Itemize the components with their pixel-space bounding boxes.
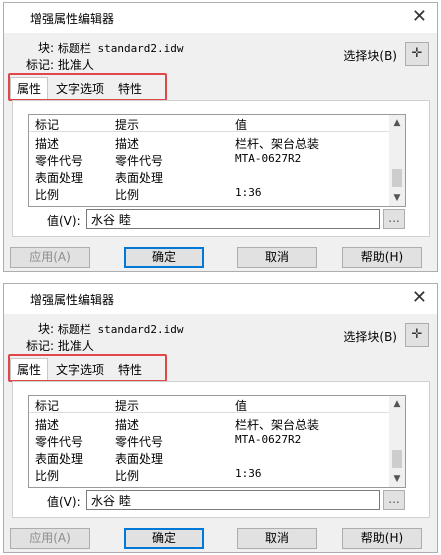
row-value: MTA-0627R2 <box>235 152 302 165</box>
block-label: 块: <box>37 41 54 55</box>
column-prompt: 提示 <box>115 399 140 413</box>
attribute-editor-dialog: 增强属性编辑器 ✕ 块: 标题栏 standard2.idw 标记: 批准人 选… <box>3 2 438 272</box>
row-prompt: 表面处理 <box>115 452 164 466</box>
row-tag: 表面处理 <box>35 171 84 185</box>
row-prompt: 描述 <box>115 418 140 432</box>
attribute-editor-dialog: 增强属性编辑器 ✕ 块: 标题栏 standard2.idw 标记: 批准人 选… <box>3 283 438 553</box>
table-header: 标记 提示 值 <box>29 115 391 132</box>
cancel-button[interactable]: 取消 <box>237 528 317 549</box>
tag-info: 标记: 批准人 <box>10 337 94 354</box>
row-value: 1:36 <box>235 467 262 480</box>
row-value: 栏杆、架台总装 <box>235 418 320 432</box>
row-tag: 比例 <box>35 469 60 483</box>
row-value: 栏杆、架台总装 <box>235 137 320 151</box>
column-value: 值 <box>235 399 248 413</box>
browse-button[interactable]: ... <box>383 490 405 510</box>
row-value: MTA-0627R2 <box>235 433 302 446</box>
table-scrollbar[interactable]: ▲ ▼ <box>389 115 405 206</box>
apply-button[interactable]: 应用(A) <box>10 247 90 268</box>
highlight-box <box>8 73 167 101</box>
tag-label: 标记: <box>25 339 54 353</box>
attribute-table: 标记 提示 值 描述 描述 栏杆、架台总装 零件代号 零件代号 MTA-0627… <box>28 395 406 488</box>
highlight-box <box>8 354 167 382</box>
row-value: 1:36 <box>235 186 262 199</box>
select-block-button[interactable]: ✛ <box>405 323 429 347</box>
select-block-button[interactable]: ✛ <box>405 42 429 66</box>
attributes-panel: 标记 提示 值 描述 描述 栏杆、架台总装 零件代号 零件代号 MTA-0627… <box>12 100 430 237</box>
scroll-up-icon[interactable]: ▲ <box>389 396 405 412</box>
row-prompt: 零件代号 <box>115 154 164 168</box>
dialog-title: 增强属性编辑器 <box>30 12 115 26</box>
row-prompt: 零件代号 <box>115 435 164 449</box>
value-label: 值(V): <box>47 495 81 509</box>
column-prompt: 提示 <box>115 118 140 132</box>
value-input[interactable]: 水谷 睦 <box>86 490 380 510</box>
select-block-label: 选择块(B) <box>343 49 397 63</box>
tag-info: 标记: 批准人 <box>10 56 94 73</box>
block-label: 块: <box>37 322 54 336</box>
table-header: 标记 提示 值 <box>29 396 391 413</box>
row-tag: 表面处理 <box>35 452 84 466</box>
table-row[interactable]: 描述 描述 栏杆、架台总装 <box>29 415 391 432</box>
row-tag: 比例 <box>35 188 60 202</box>
tag-label: 标记: <box>25 58 54 72</box>
help-button[interactable]: 帮助(H) <box>342 528 422 549</box>
row-tag: 描述 <box>35 137 60 151</box>
ok-button[interactable]: 确定 <box>124 528 204 549</box>
tag-value: 批准人 <box>57 58 94 72</box>
table-row[interactable]: 表面处理 表面处理 <box>29 168 391 185</box>
block-info: 块: 标题栏 standard2.idw <box>10 320 184 337</box>
apply-button[interactable]: 应用(A) <box>10 528 90 549</box>
scroll-down-icon[interactable]: ▼ <box>389 190 405 206</box>
scroll-thumb[interactable] <box>392 169 402 187</box>
block-value: 标题栏 standard2.idw <box>57 323 184 336</box>
attribute-table: 标记 提示 值 描述 描述 栏杆、架台总装 零件代号 零件代号 MTA-0627… <box>28 114 406 207</box>
value-label: 值(V): <box>47 214 81 228</box>
row-prompt: 比例 <box>115 188 140 202</box>
column-value: 值 <box>235 118 248 132</box>
title-bar: 增强属性编辑器 ✕ <box>4 3 437 33</box>
ok-button[interactable]: 确定 <box>124 247 204 268</box>
block-info: 块: 标题栏 standard2.idw <box>10 39 184 56</box>
help-button[interactable]: 帮助(H) <box>342 247 422 268</box>
table-row[interactable]: 比例 比例 1:36 <box>29 466 391 483</box>
dialog-title: 增强属性编辑器 <box>30 293 115 307</box>
tag-value: 批准人 <box>57 339 94 353</box>
table-scrollbar[interactable]: ▲ ▼ <box>389 396 405 487</box>
row-prompt: 比例 <box>115 469 140 483</box>
table-row[interactable]: 零件代号 零件代号 MTA-0627R2 <box>29 432 391 449</box>
table-row[interactable]: 表面处理 表面处理 <box>29 449 391 466</box>
table-row[interactable]: 零件代号 零件代号 MTA-0627R2 <box>29 151 391 168</box>
crosshair-icon: ✛ <box>411 327 423 342</box>
scroll-up-icon[interactable]: ▲ <box>389 115 405 131</box>
row-prompt: 描述 <box>115 137 140 151</box>
column-tag: 标记 <box>35 399 60 413</box>
row-tag: 零件代号 <box>35 154 84 168</box>
table-row[interactable]: 比例 比例 1:36 <box>29 185 391 202</box>
close-icon[interactable]: ✕ <box>412 6 427 28</box>
row-tag: 描述 <box>35 418 60 432</box>
attributes-panel: 标记 提示 值 描述 描述 栏杆、架台总装 零件代号 零件代号 MTA-0627… <box>12 381 430 518</box>
crosshair-icon: ✛ <box>411 46 423 61</box>
row-tag: 零件代号 <box>35 435 84 449</box>
scroll-down-icon[interactable]: ▼ <box>389 471 405 487</box>
column-tag: 标记 <box>35 118 60 132</box>
cancel-button[interactable]: 取消 <box>237 247 317 268</box>
scroll-thumb[interactable] <box>392 450 402 468</box>
select-block-label: 选择块(B) <box>343 330 397 344</box>
row-prompt: 表面处理 <box>115 171 164 185</box>
browse-button[interactable]: ... <box>383 209 405 229</box>
close-icon[interactable]: ✕ <box>412 287 427 309</box>
value-input[interactable]: 水谷 睦 <box>86 209 380 229</box>
block-value: 标题栏 standard2.idw <box>57 42 184 55</box>
table-row[interactable]: 描述 描述 栏杆、架台总装 <box>29 134 391 151</box>
title-bar: 增强属性编辑器 ✕ <box>4 284 437 314</box>
